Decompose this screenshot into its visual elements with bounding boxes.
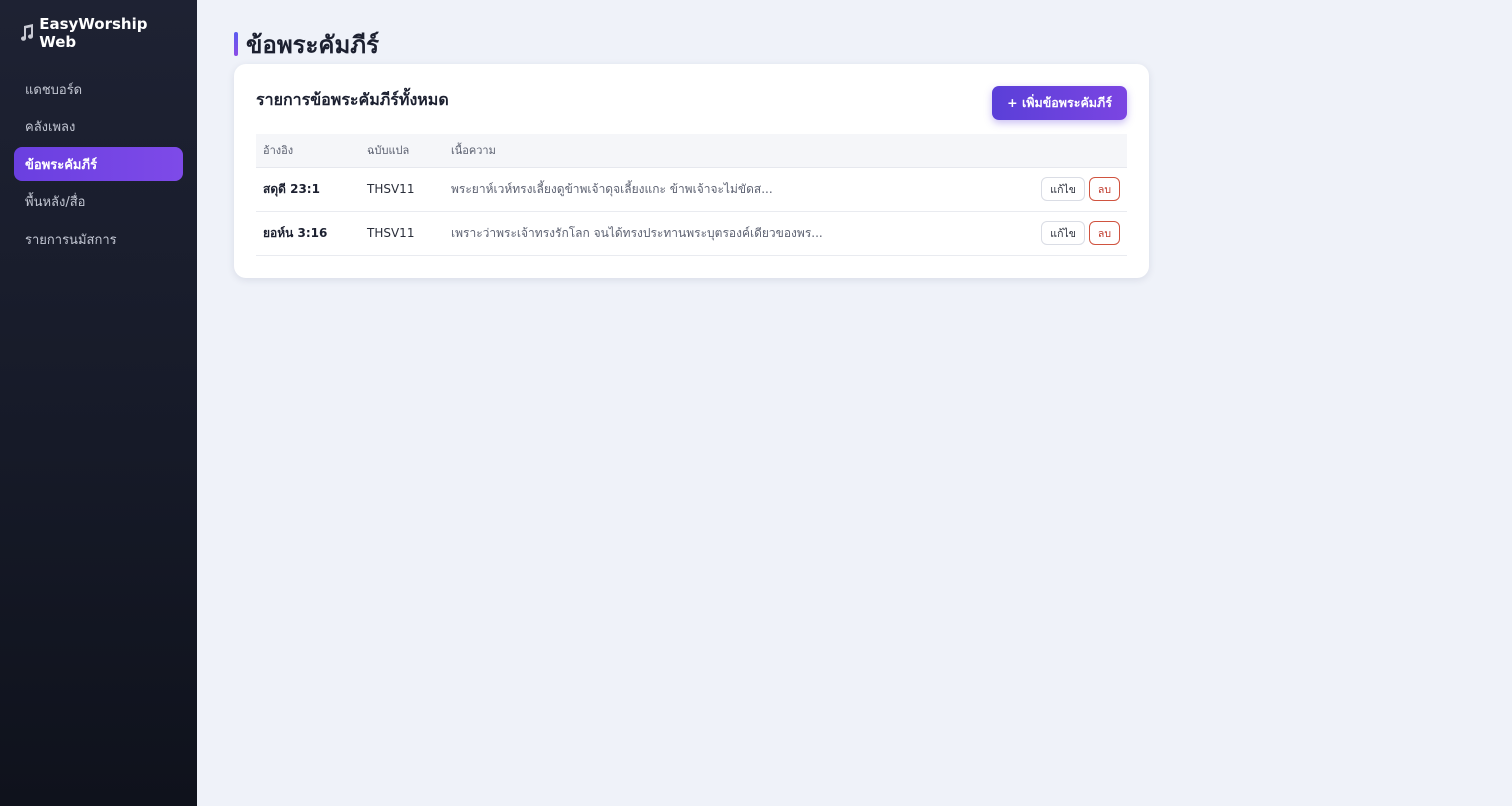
table-header-row: อ้างอิง ฉบับแปล เนื้อความ bbox=[256, 134, 1127, 168]
edit-button[interactable]: แก้ไข bbox=[1041, 177, 1085, 201]
main-content: ข้อพระคัมภีร์ รายการข้อพระคัมภีร์ทั้งหมด… bbox=[197, 0, 1512, 806]
sidebar-item-label: รายการนมัสการ bbox=[25, 232, 117, 248]
sidebar-item-dashboard[interactable]: แดชบอร์ด bbox=[14, 72, 183, 106]
title-accent-bar bbox=[234, 32, 238, 56]
table-body: สดุดี 23:1 THSV11 พระยาห์เวห์ทรงเลี้ยงดู… bbox=[256, 167, 1127, 255]
table-row: ยอห์น 3:16 THSV11 เพราะว่าพระเจ้าทรงรักโ… bbox=[256, 211, 1127, 255]
delete-button[interactable]: ลบ bbox=[1088, 221, 1120, 245]
scripture-list-card: รายการข้อพระคัมภีร์ทั้งหมด + เพิ่มข้อพระ… bbox=[234, 64, 1149, 278]
sidebar-item-label: ข้อพระคัมภีร์ bbox=[25, 157, 98, 173]
music-note-icon bbox=[18, 23, 35, 43]
cell-actions: แก้ไข ลบ bbox=[995, 211, 1127, 255]
cell-version: THSV11 bbox=[367, 182, 415, 196]
cell-reference: ยอห์น 3:16 bbox=[263, 225, 328, 240]
sidebar-item-label: คลังเพลง bbox=[25, 120, 76, 135]
brand[interactable]: EasyWorship Web bbox=[18, 15, 183, 51]
sidebar-item-label: พื้นหลัง/สื่อ bbox=[25, 195, 86, 210]
page-title-text: ข้อพระคัมภีร์ bbox=[246, 30, 380, 59]
cell-version: THSV11 bbox=[367, 226, 415, 240]
edit-button[interactable]: แก้ไข bbox=[1041, 221, 1085, 245]
add-scripture-button[interactable]: + เพิ่มข้อพระคัมภีร์ bbox=[992, 86, 1127, 120]
column-header-reference: อ้างอิง bbox=[256, 134, 360, 168]
sidebar-nav: แดชบอร์ด คลังเพลง ข้อพระคัมภีร์ พื้นหลัง… bbox=[14, 72, 183, 256]
column-header-text: เนื้อความ bbox=[444, 134, 995, 168]
cell-actions: แก้ไข ลบ bbox=[995, 167, 1127, 211]
sidebar-item-scriptures[interactable]: ข้อพระคัมภีร์ bbox=[14, 147, 183, 181]
scripture-table: อ้างอิง ฉบับแปล เนื้อความ สดุดี 23:1 THS… bbox=[256, 134, 1127, 256]
cell-text: เพราะว่าพระเจ้าทรงรักโลก จนได้ทรงประทานพ… bbox=[451, 225, 823, 240]
table-header: อ้างอิง ฉบับแปล เนื้อความ bbox=[256, 134, 1127, 168]
sidebar: EasyWorship Web แดชบอร์ด คลังเพลง ข้อพระ… bbox=[0, 0, 197, 806]
column-header-actions bbox=[994, 134, 1127, 168]
cell-text: พระยาห์เวห์ทรงเลี้ยงดูข้าพเจ้าดุจเลี้ยงแ… bbox=[451, 181, 773, 196]
delete-button[interactable]: ลบ bbox=[1088, 177, 1120, 201]
table-row: สดุดี 23:1 THSV11 พระยาห์เวห์ทรงเลี้ยงดู… bbox=[256, 167, 1127, 211]
sidebar-item-media[interactable]: พื้นหลัง/สื่อ bbox=[14, 185, 183, 219]
page-title: ข้อพระคัมภีร์ bbox=[234, 30, 1512, 59]
card-header: รายการข้อพระคัมภีร์ทั้งหมด + เพิ่มข้อพระ… bbox=[256, 86, 1127, 134]
sidebar-item-label: แดชบอร์ด bbox=[25, 82, 83, 98]
sidebar-item-services[interactable]: รายการนมัสการ bbox=[14, 222, 183, 256]
app-root: EasyWorship Web แดชบอร์ด คลังเพลง ข้อพระ… bbox=[0, 0, 1512, 806]
cell-reference: สดุดี 23:1 bbox=[263, 181, 320, 196]
sidebar-item-songs[interactable]: คลังเพลง bbox=[14, 110, 183, 144]
brand-name: EasyWorship Web bbox=[39, 15, 148, 51]
column-header-version: ฉบับแปล bbox=[360, 134, 444, 168]
card-title: รายการข้อพระคัมภีร์ทั้งหมด bbox=[256, 90, 449, 109]
